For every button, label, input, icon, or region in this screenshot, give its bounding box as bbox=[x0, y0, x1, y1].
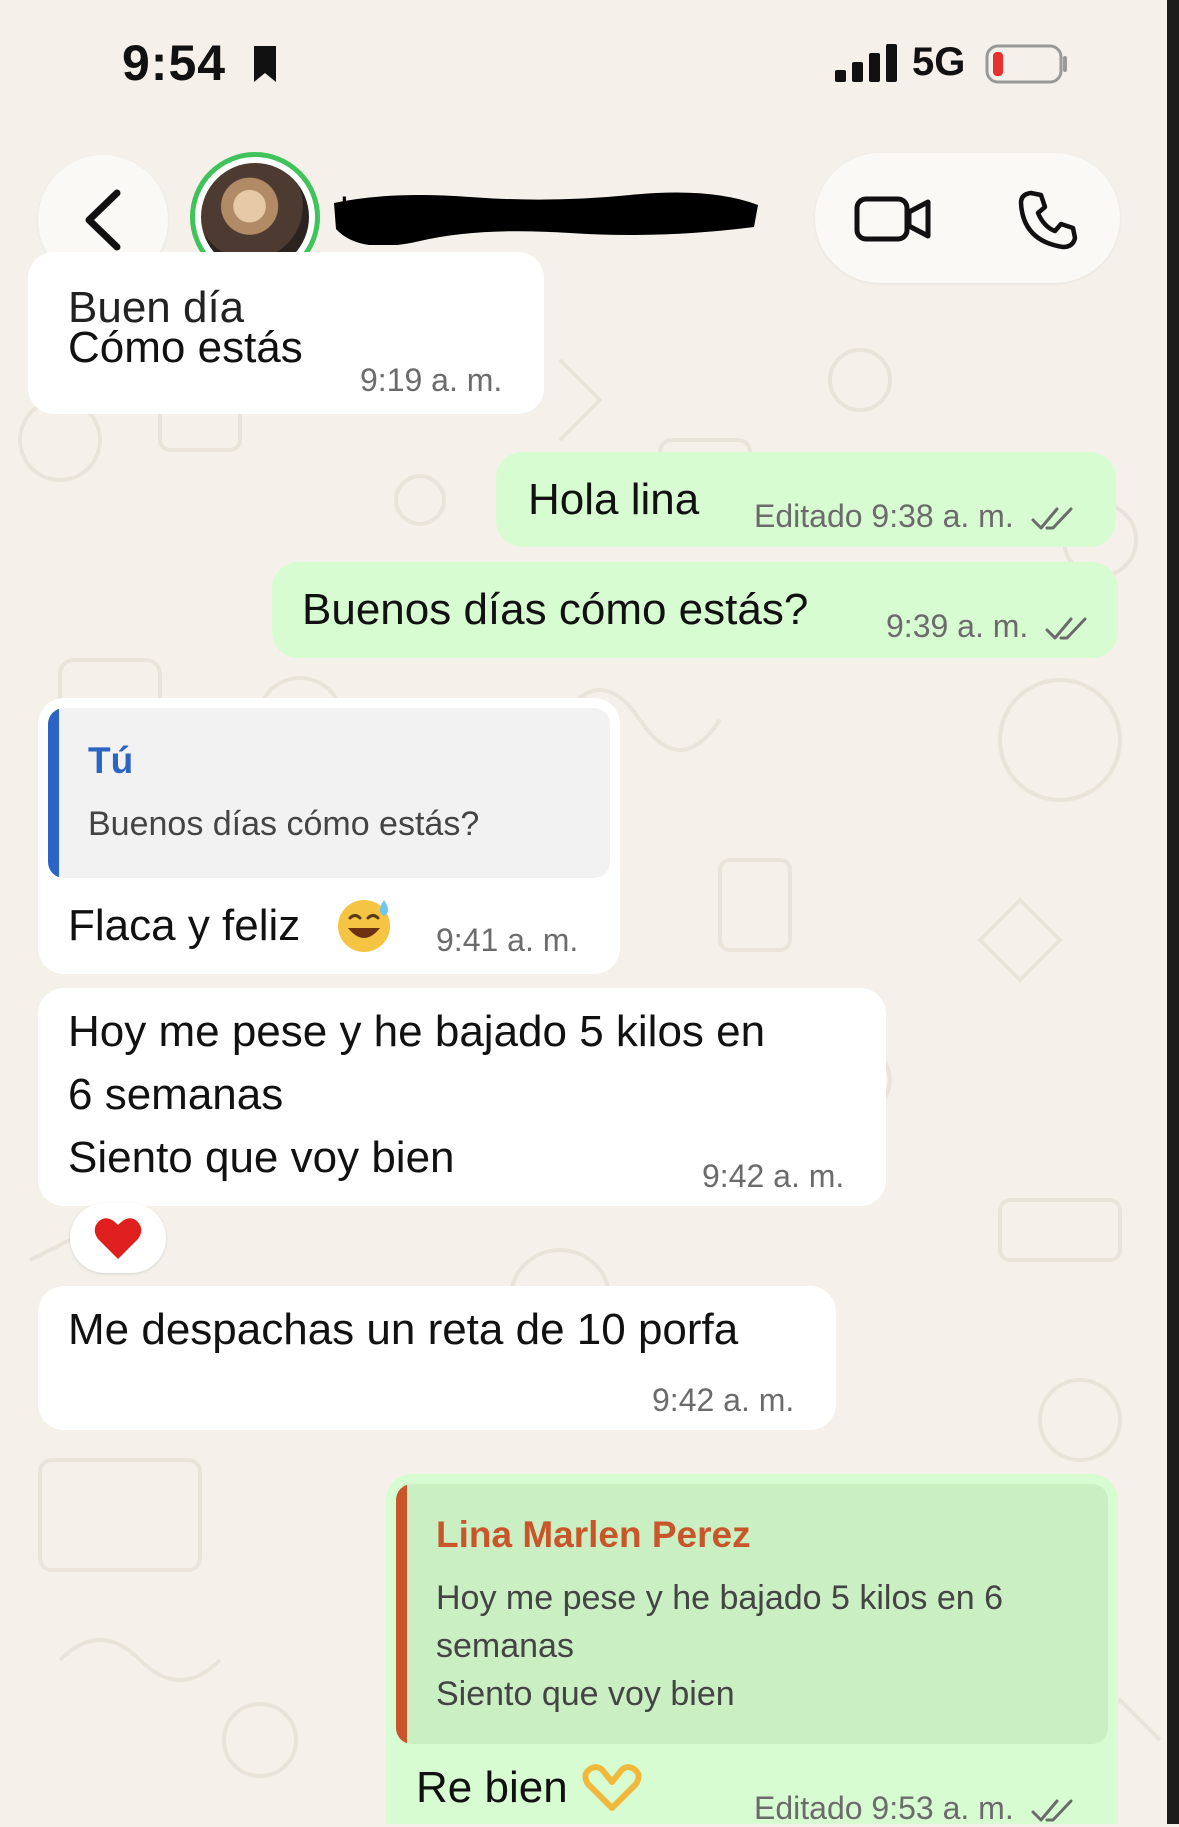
message-time: 9:39 a. m. bbox=[886, 608, 1029, 644]
quoted-message[interactable]: Tú Buenos días cómo estás? bbox=[48, 708, 610, 878]
message-meta: 9:39 a. m. bbox=[886, 608, 1087, 645]
message-text-line: 6 semanas bbox=[68, 1070, 284, 1119]
quote-bar bbox=[48, 708, 59, 878]
message-time: 9:42 a. m. bbox=[652, 1382, 795, 1418]
message-text-line: Siento que voy bien bbox=[68, 1133, 455, 1182]
double-check-icon bbox=[1031, 507, 1073, 530]
message-time: Editado 9:53 a. m. bbox=[754, 1790, 1014, 1826]
back-chevron-icon bbox=[85, 189, 121, 251]
quote-author: Tú bbox=[88, 740, 134, 781]
message-text: Buenos días cómo estás? bbox=[302, 585, 809, 634]
message-text: Re bien bbox=[416, 1763, 568, 1812]
message-incoming[interactable]: Hoy me pese y he bajado 5 kilos en 6 sem… bbox=[38, 988, 886, 1206]
battery-icon bbox=[985, 44, 1067, 84]
message-text: Me despachas un reta de 10 porfa bbox=[68, 1305, 739, 1354]
message-meta: Editado 9:38 a. m. bbox=[754, 498, 1073, 535]
double-check-icon bbox=[1031, 1799, 1073, 1822]
quote-text: Buenos días cómo estás? bbox=[88, 805, 480, 843]
signal-icon bbox=[835, 44, 897, 82]
message-reaction[interactable] bbox=[70, 1203, 166, 1273]
redaction-mark bbox=[334, 192, 758, 245]
message-text: Hola lina bbox=[528, 475, 700, 524]
phone-call-icon bbox=[1018, 190, 1078, 250]
double-check-icon bbox=[1045, 617, 1087, 640]
video-call-icon bbox=[854, 196, 931, 242]
quoted-message[interactable]: Lina Marlen Perez Hoy me pese y he bajad… bbox=[396, 1484, 1108, 1744]
quote-text-line: semanas bbox=[436, 1627, 574, 1665]
message-outgoing[interactable]: Buenos días cómo estás? 9:39 a. m. bbox=[272, 562, 1118, 658]
voice-call-button[interactable] bbox=[1013, 185, 1083, 255]
quote-bar bbox=[396, 1484, 407, 1744]
message-outgoing[interactable]: Hola lina Editado 9:38 a. m. bbox=[496, 452, 1116, 547]
message-outgoing-reply[interactable]: Lina Marlen Perez Hoy me pese y he bajad… bbox=[386, 1474, 1118, 1827]
quote-author: Lina Marlen Perez bbox=[436, 1514, 751, 1555]
quote-text-line: Hoy me pese y he bajado 5 kilos en 6 bbox=[436, 1579, 1004, 1617]
message-time: Editado 9:38 a. m. bbox=[754, 498, 1014, 534]
bookmark-icon bbox=[254, 46, 276, 82]
heart-hands-emoji bbox=[582, 1764, 642, 1811]
message-text-line: Hoy me pese y he bajado 5 kilos en bbox=[68, 1007, 766, 1056]
video-call-button[interactable] bbox=[853, 191, 933, 247]
screen-edge bbox=[1167, 0, 1179, 1824]
call-actions bbox=[815, 153, 1120, 283]
quote-text-line: Siento que voy bien bbox=[436, 1675, 735, 1713]
message-time: 9:41 a. m. bbox=[436, 922, 579, 958]
message-incoming-reply[interactable]: Tú Buenos días cómo estás? Flaca y feliz… bbox=[38, 698, 620, 974]
message-text: Cómo estás bbox=[68, 323, 303, 372]
message-incoming[interactable]: Me despachas un reta de 10 porfa 9:42 a.… bbox=[38, 1286, 836, 1430]
network-type: 5G bbox=[912, 40, 966, 84]
heart-emoji bbox=[94, 1218, 142, 1259]
sweat-smile-emoji bbox=[338, 900, 390, 952]
message-time: 9:42 a. m. bbox=[702, 1158, 845, 1194]
message-meta: Editado 9:53 a. m. bbox=[754, 1790, 1073, 1827]
message-time: 9:19 a. m. bbox=[360, 362, 503, 398]
message-incoming[interactable]: Buen día Cómo estás 9:19 a. m. bbox=[28, 252, 544, 414]
status-time: 9:54 bbox=[122, 35, 227, 91]
status-bar: 9:54 5G bbox=[0, 0, 1167, 120]
message-text: Flaca y feliz bbox=[68, 901, 301, 950]
